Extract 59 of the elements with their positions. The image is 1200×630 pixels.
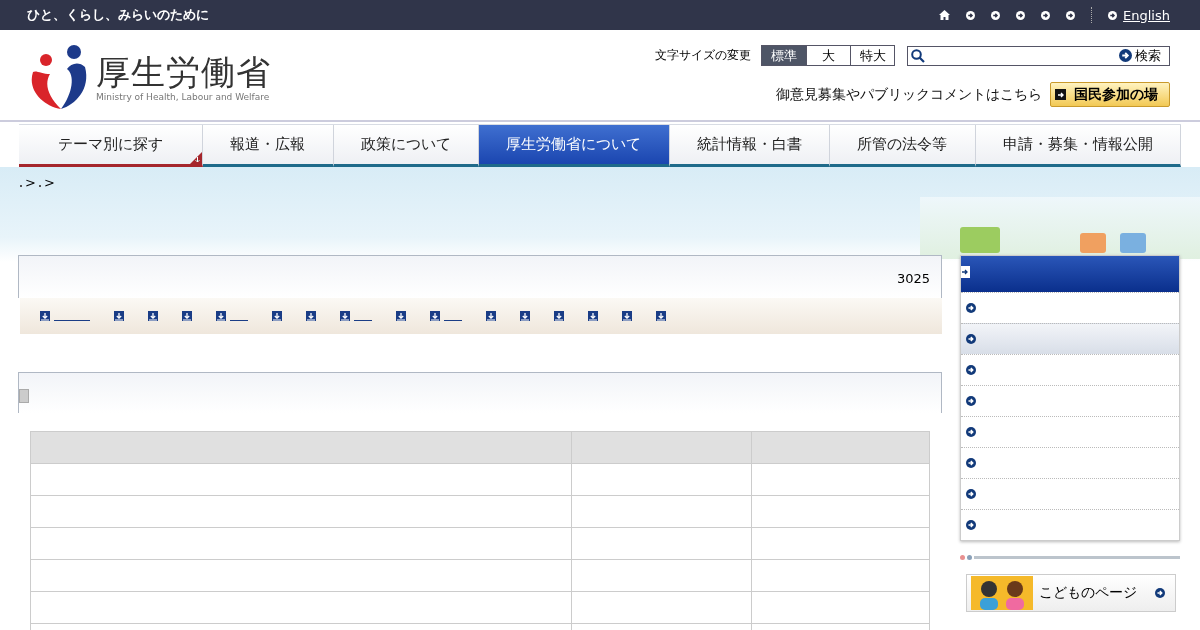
arrow-icon bbox=[1119, 49, 1132, 62]
nav-tab[interactable]: 所管の法令等 bbox=[830, 125, 976, 167]
page-number: 3025 bbox=[896, 270, 930, 286]
comment-link[interactable]: 御意見募集やパブリックコメントはこちら bbox=[776, 85, 1042, 104]
arrow-icon[interactable] bbox=[1041, 10, 1051, 20]
font-size-label: 文字サイズの変更 bbox=[655, 47, 751, 64]
nav-tab[interactable]: テーマ別に探す bbox=[19, 125, 203, 167]
font-size-button[interactable]: 標準 bbox=[762, 46, 806, 65]
arrow-icon[interactable] bbox=[1066, 10, 1076, 20]
arrow-icon bbox=[1056, 90, 1065, 99]
search-button[interactable]: 検索 bbox=[1111, 45, 1170, 66]
arrow-icon bbox=[966, 458, 976, 468]
arrow-icon bbox=[966, 365, 976, 375]
download-icon[interactable] bbox=[622, 311, 632, 321]
arrow-icon[interactable] bbox=[991, 10, 1001, 20]
breadcrumb-separator: > bbox=[25, 174, 36, 190]
logo-subtitle: Ministry of Health, Labour and Welfare bbox=[96, 92, 271, 102]
download-icon[interactable] bbox=[340, 311, 350, 321]
download-icon[interactable] bbox=[396, 311, 406, 321]
search-field[interactable] bbox=[907, 45, 1112, 66]
arrow-icon bbox=[1155, 588, 1165, 598]
nav-tab[interactable]: 統計情報・白書 bbox=[669, 125, 830, 167]
download-icon[interactable] bbox=[182, 311, 192, 321]
arrow-icon bbox=[966, 334, 976, 344]
nav-tab[interactable]: 申請・募集・情報公開 bbox=[975, 125, 1181, 167]
children-illustration bbox=[971, 576, 1033, 610]
download-icon[interactable] bbox=[306, 311, 316, 321]
down-arrow-icon bbox=[190, 152, 202, 164]
download-icon[interactable] bbox=[430, 311, 440, 321]
download-icon[interactable] bbox=[114, 311, 124, 321]
arrow-icon bbox=[966, 520, 976, 530]
arrow-icon bbox=[966, 303, 976, 313]
nav-tab[interactable]: 報道・広報 bbox=[203, 125, 334, 167]
download-icon[interactable] bbox=[554, 311, 564, 321]
download-icon[interactable] bbox=[40, 311, 50, 321]
nav-tab[interactable]: 厚生労働省について bbox=[479, 125, 670, 167]
arrow-icon bbox=[966, 396, 976, 406]
download-icon[interactable] bbox=[272, 311, 282, 321]
download-icon[interactable] bbox=[148, 311, 158, 321]
english-link[interactable]: English bbox=[1123, 7, 1170, 23]
arrow-icon bbox=[1108, 10, 1118, 20]
download-icon[interactable] bbox=[520, 311, 530, 321]
arrow-icon bbox=[966, 489, 976, 499]
breadcrumb-separator: > bbox=[43, 174, 55, 190]
download-icon[interactable] bbox=[656, 311, 666, 321]
download-icon[interactable] bbox=[486, 311, 496, 321]
participation-button[interactable]: 国民参加の場 bbox=[1050, 82, 1170, 107]
home-icon[interactable] bbox=[939, 10, 951, 20]
download-icon[interactable] bbox=[588, 311, 598, 321]
search-icon bbox=[911, 48, 925, 63]
logo-title[interactable]: 厚生労働省 bbox=[96, 52, 271, 92]
arrow-icon bbox=[966, 427, 976, 437]
arrow-icon bbox=[961, 268, 969, 276]
kids-page-banner[interactable]: こどものページ bbox=[966, 574, 1176, 612]
arrow-icon[interactable] bbox=[966, 10, 976, 20]
tagline: ひと、くらし、みらいのために bbox=[27, 6, 209, 24]
nav-tab[interactable]: 政策について bbox=[333, 125, 479, 167]
arrow-icon[interactable] bbox=[1016, 10, 1026, 20]
download-icon[interactable] bbox=[216, 311, 226, 321]
